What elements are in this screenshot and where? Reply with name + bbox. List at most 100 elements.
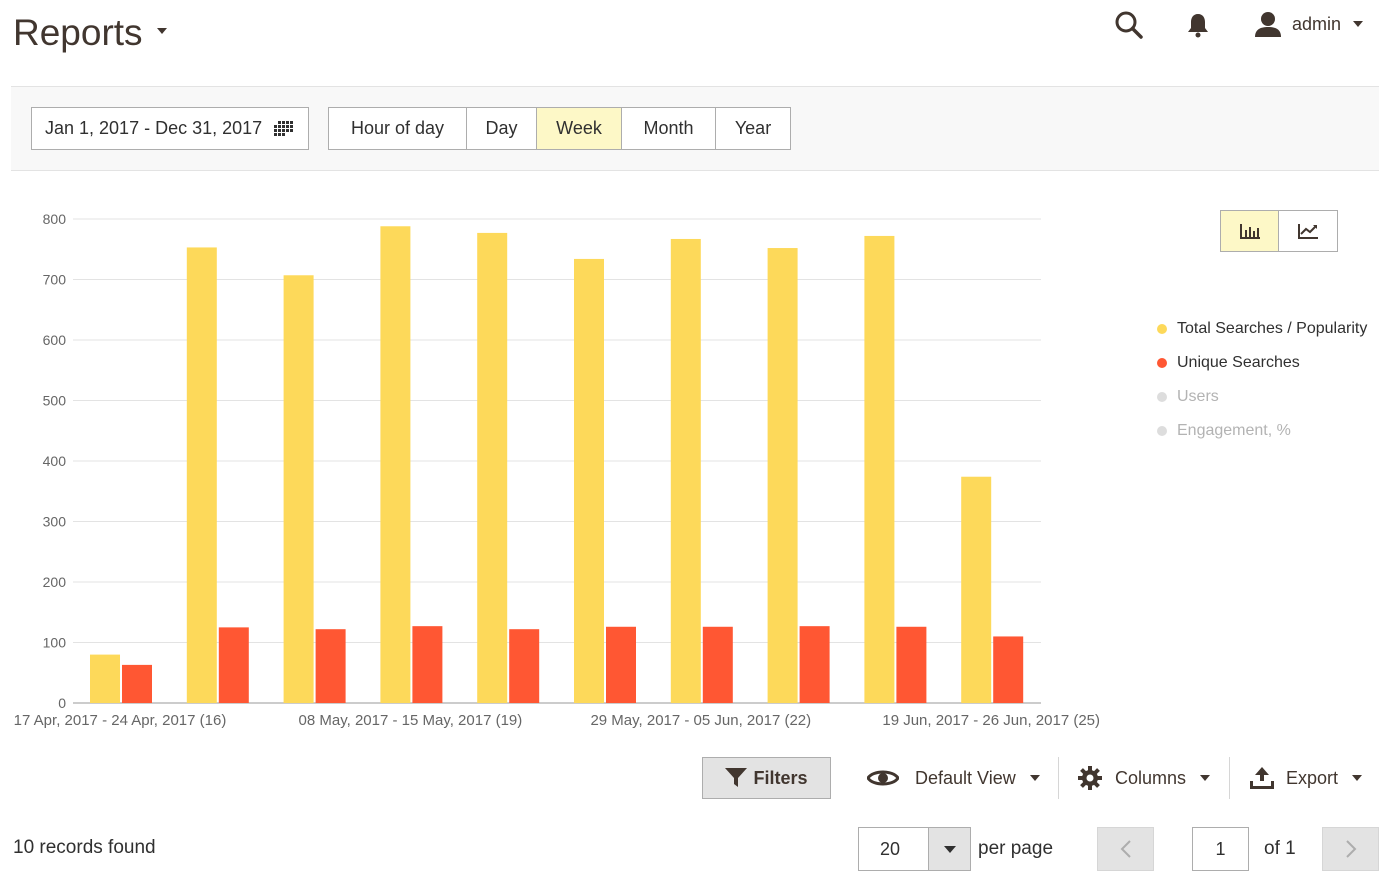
period-day-button[interactable]: Day [467, 108, 537, 149]
bar-chart-icon [1239, 224, 1260, 239]
page-total: of 1 [1264, 838, 1296, 859]
filter-icon [725, 768, 748, 787]
per-page-select[interactable]: 20 [858, 827, 929, 871]
filters-label: Filters [753, 767, 808, 788]
user-icon [1255, 12, 1281, 37]
legend-item-unique-searches[interactable]: Unique Searches [1157, 346, 1367, 380]
divider [1229, 757, 1230, 799]
search-button[interactable] [1114, 10, 1144, 45]
bar-total-searches [574, 258, 604, 703]
y-tick-label: 700 [43, 272, 67, 288]
bar-unique-searches [122, 664, 152, 703]
y-tick-label: 0 [58, 695, 66, 711]
default-view-dropdown[interactable]: Default View [867, 760, 1040, 796]
filters-button[interactable]: Filters [702, 757, 831, 799]
y-tick-label: 200 [43, 574, 67, 590]
bar-total-searches [477, 232, 508, 703]
period-week-button[interactable]: Week [537, 108, 622, 149]
report-toolbar: Jan 1, 2017 - Dec 31, 2017 Hour of day D… [11, 86, 1379, 171]
line-chart-toggle-button[interactable] [1279, 211, 1337, 251]
columns-dropdown[interactable]: Columns [1077, 760, 1211, 796]
chart-type-toggle [1220, 210, 1338, 252]
x-tick-label: 29 May, 2017 - 05 Jun, 2017 (22) [590, 712, 811, 729]
legend-item-total-searches[interactable]: Total Searches / Popularity [1157, 312, 1367, 346]
current-page-input[interactable]: 1 [1192, 827, 1249, 871]
per-page-label: per page [978, 838, 1054, 859]
page-title[interactable]: Reports [13, 12, 167, 54]
eye-icon [867, 770, 899, 786]
caret-down-icon [156, 28, 167, 35]
chart-legend: Total Searches / Popularity Unique Searc… [1157, 312, 1367, 448]
caret-down-icon [943, 845, 956, 853]
divider [1058, 757, 1059, 799]
x-tick-label: 08 May, 2017 - 15 May, 2017 (19) [299, 712, 523, 729]
legend-dot [1157, 324, 1167, 334]
bar-total-searches [961, 476, 992, 703]
bar-unique-searches [702, 626, 733, 703]
bar-unique-searches [606, 626, 636, 703]
bar-unique-searches [509, 629, 540, 703]
export-label: Export [1286, 767, 1339, 788]
legend-label: Users [1177, 388, 1219, 405]
gear-icon [1078, 766, 1102, 790]
admin-username: admin [1292, 13, 1342, 34]
legend-label: Unique Searches [1177, 354, 1300, 371]
period-year-button[interactable]: Year [716, 108, 790, 149]
y-tick-label: 800 [43, 211, 67, 227]
date-range-picker[interactable]: Jan 1, 2017 - Dec 31, 2017 [31, 107, 309, 150]
caret-down-icon [1029, 775, 1040, 781]
period-selector: Hour of day Day Week Month Year [328, 107, 791, 150]
line-chart-icon [1298, 224, 1318, 239]
legend-dot [1157, 426, 1167, 436]
caret-down-icon [1353, 21, 1364, 27]
columns-label: Columns [1115, 767, 1187, 788]
bar-total-searches [186, 247, 217, 703]
chevron-left-icon [1120, 840, 1131, 858]
export-dropdown[interactable]: Export [1250, 760, 1363, 796]
calendar-icon [274, 121, 293, 136]
bar-total-searches [864, 235, 895, 703]
bar-total-searches [670, 238, 701, 703]
records-found: 10 records found [13, 837, 156, 858]
y-tick-label: 100 [43, 635, 67, 651]
x-tick-label: 19 Jun, 2017 - 26 Jun, 2017 (25) [882, 712, 1100, 729]
period-month-button[interactable]: Month [622, 108, 716, 149]
bar-total-searches [767, 248, 798, 703]
export-icon [1250, 767, 1274, 789]
x-tick-label: 17 Apr, 2017 - 24 Apr, 2017 (16) [14, 712, 227, 729]
legend-item-engagement[interactable]: Engagement, % [1157, 414, 1367, 448]
bar-total-searches [90, 654, 120, 703]
y-tick-label: 300 [43, 514, 67, 530]
chevron-right-icon [1345, 840, 1356, 858]
per-page-dropdown-button[interactable] [928, 827, 971, 871]
legend-dot [1157, 358, 1167, 368]
bar-chart-toggle-button[interactable] [1221, 211, 1280, 251]
legend-dot [1157, 392, 1167, 402]
caret-down-icon [1352, 775, 1363, 781]
notifications-button[interactable] [1186, 12, 1210, 43]
default-view-label: Default View [915, 767, 1016, 788]
bar-unique-searches [896, 626, 927, 703]
bar-unique-searches [993, 636, 1024, 703]
previous-page-button[interactable] [1097, 827, 1154, 871]
legend-label: Total Searches / Popularity [1177, 320, 1368, 337]
bar-chart: 0 100 200 300 400 500 600 700 800 17 Apr, 2017 - … [14, 211, 1100, 729]
bar-unique-searches [315, 629, 346, 703]
bar-total-searches [283, 275, 314, 703]
bar-unique-searches [412, 626, 443, 703]
next-page-button[interactable] [1322, 827, 1379, 871]
legend-label: Engagement, % [1177, 422, 1291, 439]
bar-total-searches [380, 226, 411, 703]
search-icon [1115, 11, 1143, 39]
caret-down-icon [1200, 775, 1211, 781]
legend-item-users[interactable]: Users [1157, 380, 1367, 414]
date-range-value: Jan 1, 2017 - Dec 31, 2017 [45, 118, 263, 138]
y-tick-label: 400 [43, 453, 67, 469]
bar-unique-searches [799, 626, 830, 703]
admin-user-menu[interactable]: admin [1254, 10, 1364, 38]
page-title-text: Reports [13, 12, 143, 53]
y-tick-label: 500 [43, 393, 67, 409]
bell-icon [1188, 14, 1208, 38]
period-hour-of-day-button[interactable]: Hour of day [329, 108, 467, 149]
bar-unique-searches [218, 627, 249, 703]
